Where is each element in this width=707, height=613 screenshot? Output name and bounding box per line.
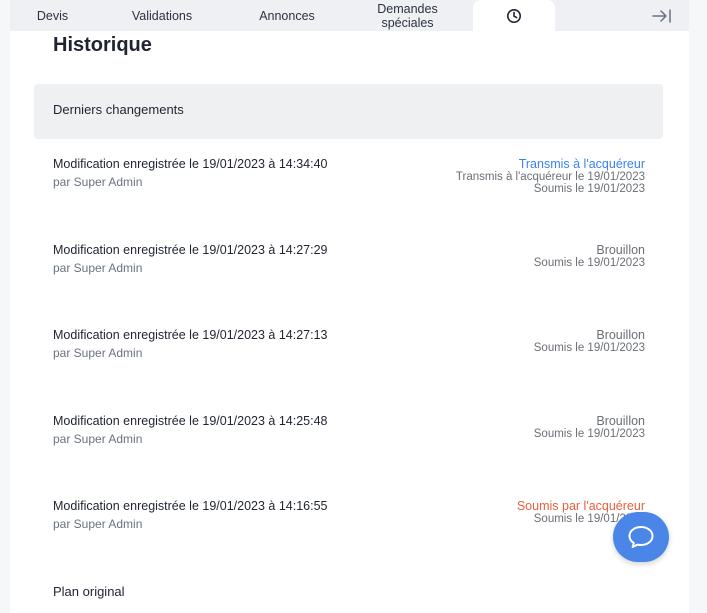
- history-entry: Modification enregistrée le 19/01/2023 à…: [53, 243, 645, 293]
- status-detail: Soumis le 19/01/2023: [533, 342, 645, 354]
- tab-annonces[interactable]: Annonces: [242, 0, 332, 31]
- collapse-panel-button[interactable]: [644, 0, 680, 31]
- entry-status: Transmis à l'acquéreur Transmis à l'acqu…: [456, 157, 645, 195]
- status-detail: Transmis à l'acquéreur le 19/01/2023: [455, 171, 645, 183]
- entry-title: Modification enregistrée le 19/01/2023 à…: [53, 243, 328, 257]
- entry-title: Modification enregistrée le 19/01/2023 à…: [53, 499, 328, 513]
- section-header: Derniers changements: [34, 84, 663, 139]
- status-detail: Soumis le 19/01/2023: [533, 428, 645, 440]
- entry-author: par Super Admin: [53, 517, 143, 531]
- chat-bubble-icon: [628, 526, 654, 548]
- status-label: Transmis à l'acquéreur: [518, 157, 645, 171]
- original-plan-label: Plan original: [53, 584, 125, 599]
- entry-status: Brouillon Soumis le 19/01/2023: [534, 243, 645, 269]
- history-entry: Modification enregistrée le 19/01/2023 à…: [53, 157, 645, 207]
- section-title: Derniers changements: [53, 102, 184, 117]
- status-label: Soumis par l'acquéreur: [516, 499, 645, 513]
- status-label: Brouillon: [596, 243, 645, 257]
- tab-history[interactable]: [473, 0, 555, 31]
- entry-author: par Super Admin: [53, 346, 143, 360]
- history-panel: Devis Validations Annonces Demandes spéc…: [10, 0, 689, 613]
- entry-title: Modification enregistrée le 19/01/2023 à…: [53, 157, 328, 171]
- tab-demandes-speciales[interactable]: Demandes spéciales: [360, 0, 455, 31]
- status-label: Brouillon: [596, 328, 645, 342]
- entry-title: Modification enregistrée le 19/01/2023 à…: [53, 328, 328, 342]
- clock-icon: [507, 8, 521, 23]
- history-entry: Modification enregistrée le 19/01/2023 à…: [53, 414, 645, 464]
- status-label: Brouillon: [596, 414, 645, 428]
- entry-author: par Super Admin: [53, 175, 143, 189]
- entry-status: Brouillon Soumis le 19/01/2023: [534, 328, 645, 354]
- entry-author: par Super Admin: [53, 261, 143, 275]
- entry-author: par Super Admin: [53, 432, 143, 446]
- status-detail: Soumis le 19/01/2023: [533, 183, 645, 195]
- status-detail: Soumis le 19/01/2023: [533, 257, 645, 269]
- collapse-right-icon: [652, 8, 671, 23]
- tab-bar: Devis Validations Annonces Demandes spéc…: [10, 0, 689, 31]
- tab-validations[interactable]: Validations: [112, 0, 212, 31]
- tab-devis[interactable]: Devis: [10, 0, 95, 31]
- entry-title: Modification enregistrée le 19/01/2023 à…: [53, 414, 328, 428]
- page-title: Historique: [53, 34, 152, 56]
- entry-status: Brouillon Soumis le 19/01/2023: [534, 414, 645, 440]
- history-entry: Modification enregistrée le 19/01/2023 à…: [53, 328, 645, 378]
- history-entry: Modification enregistrée le 19/01/2023 à…: [53, 499, 645, 549]
- chat-button[interactable]: [613, 512, 669, 562]
